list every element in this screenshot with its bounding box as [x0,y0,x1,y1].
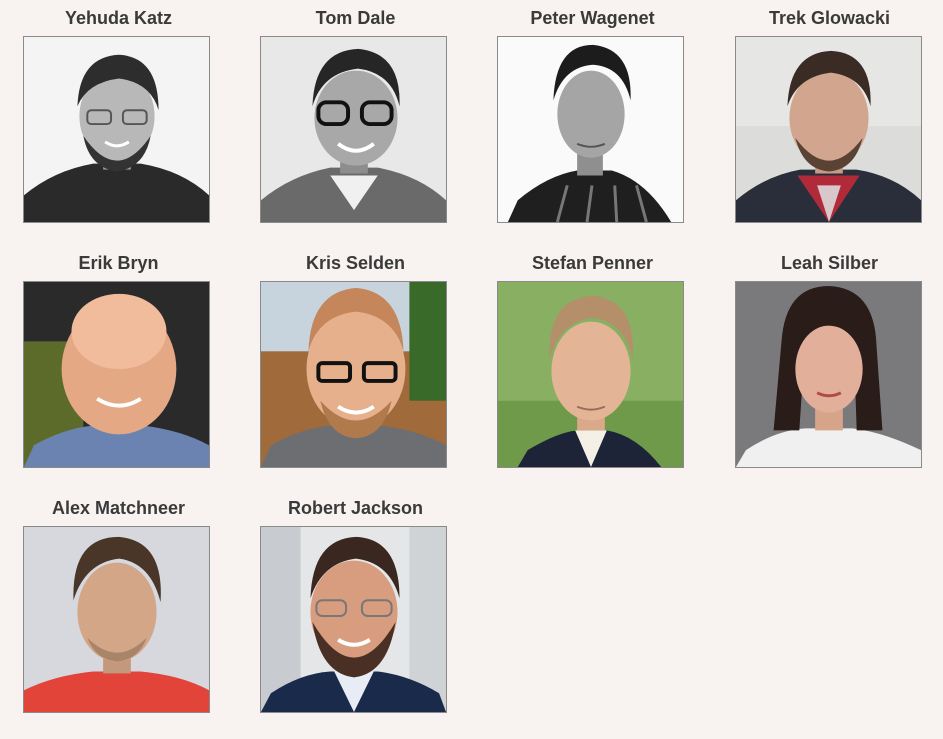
member-photo [735,36,922,223]
member-name: Leah Silber [780,253,879,273]
team-member-tom-dale: Tom Dale [237,0,474,223]
team-member-erik-bryn: Erik Bryn [0,245,237,468]
member-photo [260,526,447,713]
team-member-stefan-penner: Stefan Penner [474,245,711,468]
team-member-peter-wagenet: Peter Wagenet [474,0,711,223]
member-name: Tom Dale [315,8,396,28]
member-photo [23,36,210,223]
team-member-robert-jackson: Robert Jackson [237,490,474,713]
member-photo [260,36,447,223]
team-member-alex-matchneer: Alex Matchneer [0,490,237,713]
member-name: Stefan Penner [531,253,654,273]
member-photo [23,526,210,713]
member-photo [735,281,922,468]
member-photo [497,281,684,468]
member-name: Kris Selden [305,253,406,273]
member-photo [23,281,210,468]
team-member-leah-silber: Leah Silber [711,245,943,468]
member-name: Erik Bryn [78,253,159,273]
member-photo [260,281,447,468]
team-member-trek-glowacki: Trek Glowacki [711,0,943,223]
team-member-kris-selden: Kris Selden [237,245,474,468]
team-grid: Yehuda Katz Tom Dale Peter Wagenet Trek … [0,0,943,739]
member-name: Alex Matchneer [51,498,186,518]
member-name: Yehuda Katz [64,8,173,28]
team-member-yehuda-katz: Yehuda Katz [0,0,237,223]
member-name: Trek Glowacki [768,8,891,28]
member-name: Robert Jackson [287,498,424,518]
member-photo [497,36,684,223]
member-name: Peter Wagenet [530,8,655,28]
